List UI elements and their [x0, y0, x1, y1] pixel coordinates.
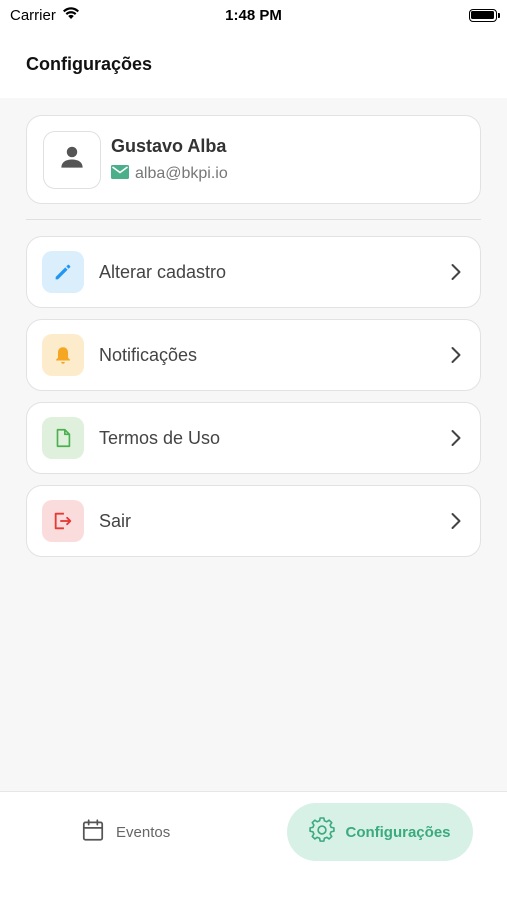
status-right	[377, 8, 500, 22]
menu-item-label: Termos de Uso	[99, 427, 221, 448]
bell-icon	[42, 334, 84, 376]
logout-icon	[42, 500, 84, 542]
menu-item-termos-de-uso[interactable]: Termos de Uso	[26, 402, 481, 474]
gear-icon	[309, 816, 336, 848]
chevron-right-icon	[450, 429, 462, 447]
carrier-label: Carrier	[10, 6, 56, 24]
profile-card: Gustavo Alba alba@bkpi.io	[26, 115, 481, 204]
menu-item-alterar-cadastro[interactable]: Alterar cadastro	[26, 236, 481, 308]
chevron-right-icon	[450, 346, 462, 364]
tab-bar: Eventos Configurações	[0, 791, 507, 900]
status-bar: Carrier 1:48 PM	[0, 0, 507, 30]
tab-label: Eventos	[116, 823, 171, 841]
menu-item-notificacoes[interactable]: Notificações	[26, 319, 481, 391]
menu-item-label: Sair	[99, 510, 132, 531]
battery-icon	[468, 8, 500, 22]
page-title: Configurações	[26, 53, 153, 74]
settings-content: Gustavo Alba alba@bkpi.io Alterar cadast…	[0, 98, 507, 791]
menu-item-sair[interactable]: Sair	[26, 485, 481, 557]
tab-label: Configurações	[345, 823, 451, 841]
profile-info: Gustavo Alba alba@bkpi.io	[111, 136, 228, 184]
mail-icon	[111, 164, 129, 184]
pencil-icon	[42, 251, 84, 293]
profile-email: alba@bkpi.io	[135, 165, 228, 182]
tab-configuracoes[interactable]: Configurações	[287, 803, 473, 861]
status-left: Carrier	[10, 6, 130, 24]
status-time: 1:48 PM	[225, 6, 282, 24]
battery-level	[471, 11, 495, 19]
menu-item-label: Alterar cadastro	[99, 261, 227, 282]
divider	[26, 219, 481, 220]
profile-email-row: alba@bkpi.io	[111, 164, 228, 184]
header: Configurações	[0, 30, 507, 98]
document-icon	[42, 417, 84, 459]
menu-item-label: Notificações	[99, 344, 198, 365]
wifi-icon	[62, 6, 80, 24]
calendar-icon	[80, 817, 106, 848]
chevron-right-icon	[450, 512, 462, 530]
profile-name: Gustavo Alba	[111, 135, 227, 156]
chevron-right-icon	[450, 263, 462, 281]
person-icon	[57, 142, 87, 177]
tab-eventos[interactable]: Eventos	[80, 818, 170, 846]
avatar	[43, 130, 101, 189]
